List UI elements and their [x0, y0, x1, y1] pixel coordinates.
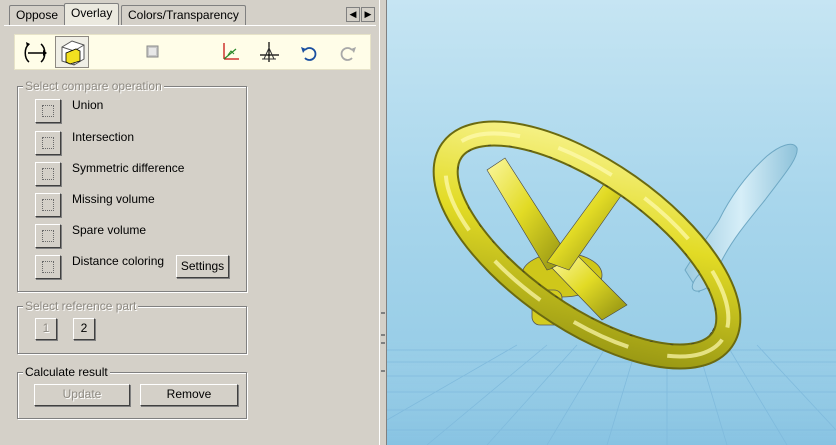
splitter-grip	[381, 312, 385, 314]
calculate-result-title: Calculate result	[23, 365, 110, 379]
redo-icon[interactable]	[334, 38, 362, 66]
splitter-grip	[381, 334, 385, 336]
stop-icon[interactable]	[139, 38, 167, 66]
tab-scroll-right-icon[interactable]: ▶	[361, 7, 375, 22]
tab-colors-transparency[interactable]: Colors/Transparency	[121, 5, 246, 25]
symmetric-difference-label: Symmetric difference	[72, 161, 185, 175]
reference-part-2-button[interactable]: 2	[73, 318, 95, 340]
overlay-box-icon[interactable]	[55, 36, 89, 68]
union-label: Union	[72, 98, 104, 112]
update-button[interactable]: Update	[34, 384, 130, 406]
rotate-view-icon[interactable]	[20, 38, 48, 66]
splitter-grip	[381, 342, 385, 344]
intersection-label: Intersection	[72, 130, 135, 144]
axis-system-icon[interactable]	[216, 38, 244, 66]
compare-operation-title: Select compare operation	[23, 79, 164, 93]
distance-coloring-label: Distance coloring	[72, 254, 165, 268]
compass-icon[interactable]	[255, 38, 283, 66]
tab-oppose[interactable]: Oppose	[9, 5, 66, 25]
missing-volume-label: Missing volume	[72, 192, 155, 206]
missing-volume-button[interactable]	[35, 193, 61, 217]
distance-coloring-button[interactable]	[35, 255, 61, 279]
tab-overlay[interactable]: Overlay	[64, 3, 120, 25]
remove-button[interactable]: Remove	[140, 384, 238, 406]
reference-part-title: Select reference part	[23, 299, 139, 313]
overlay-panel: Oppose Overlay Colors/Transparency ◀ ▶ S…	[0, 0, 379, 445]
floor-grid	[387, 340, 836, 445]
viewport-scene	[387, 120, 836, 445]
intersection-button[interactable]	[35, 131, 61, 155]
tab-baseline	[4, 25, 376, 26]
tab-scroll-left-icon[interactable]: ◀	[346, 7, 360, 22]
undo-icon[interactable]	[295, 38, 323, 66]
spare-volume-button[interactable]	[35, 224, 61, 248]
settings-button[interactable]: Settings	[176, 255, 229, 278]
reference-part-1-button[interactable]: 1	[35, 318, 57, 340]
toolbar	[14, 34, 371, 70]
splitter-grip	[381, 370, 385, 372]
union-button[interactable]	[35, 99, 61, 123]
panel-splitter[interactable]	[379, 0, 387, 445]
3d-viewport[interactable]	[387, 0, 836, 445]
spare-volume-label: Spare volume	[72, 223, 147, 237]
symmetric-difference-button[interactable]	[35, 162, 61, 186]
